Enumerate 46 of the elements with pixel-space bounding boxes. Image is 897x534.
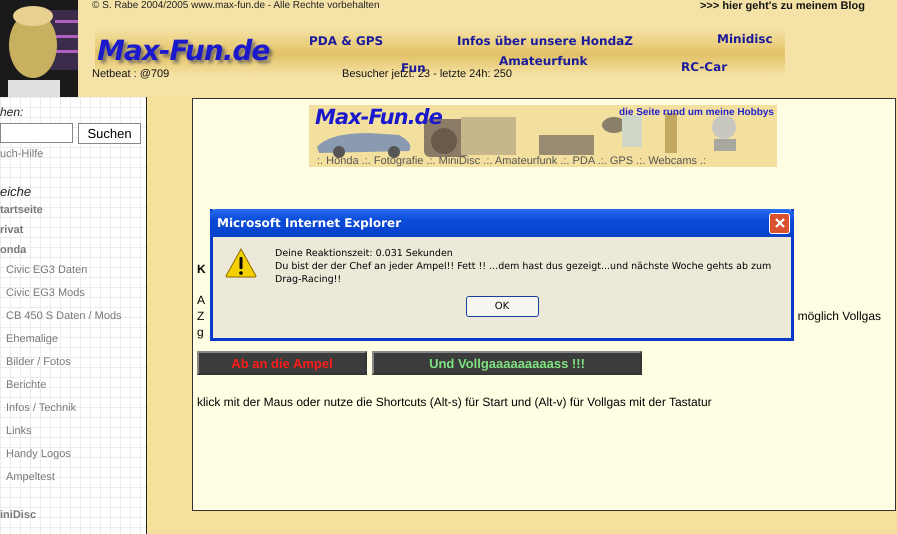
text-fragment: Z [197,309,204,325]
hint-text: klick mit der Maus oder nutze die Shortcuts (Alt-s) für Start und (Alt-v) für Vollgas mit der Tastatur [197,395,713,409]
dialog-message: Du bist der der Chef an jeder Ampel!! Fett !! ...dem hast dus gezeigt...und nächste Woche gehts ab zum Drag-Racing!! [275,260,772,286]
text-fragment: A [197,293,206,309]
banner-logo[interactable]: Max-Fun.de [315,105,442,129]
close-icon [774,217,786,229]
close-button[interactable] [769,212,790,234]
menu-item[interactable]: Links [0,420,146,443]
site-logo[interactable]: Max-Fun.de [97,34,270,67]
warning-icon [225,248,257,278]
counter-text: Netbeat : @709 [92,68,170,80]
text-fragment: möglich Vollgas [798,309,881,325]
menu-item[interactable]: tartseite [0,204,146,219]
blog-link[interactable]: >>> hier geht's zu meinem Blog [700,0,865,12]
action-button[interactable]: Und Vollgaaaaaaaaass !!! [372,351,642,375]
nav-link[interactable]: RC-Car [681,60,728,74]
menu-item[interactable]: rivat [0,224,146,239]
hobby-menu[interactable]: :. Honda .:. Fotografie .:. MiniDisc .:. Amateurfunk .:. PDA .:. GPS .:. Webcams .: [309,155,777,167]
action-button[interactable]: Ab an die Ampel [197,351,367,375]
search-label: hen: [0,105,24,119]
nav-link[interactable]: PDA & GPS [309,34,384,48]
nav-link[interactable]: Amateurfunk [499,54,588,68]
menu-item[interactable]: onda [0,244,146,259]
ok-button[interactable]: OK [466,296,538,317]
dialog-title: Microsoft Internet Explorer [217,216,402,230]
search-field[interactable] [0,123,73,143]
menu-item[interactable]: Civic EG3 Mods [0,282,146,305]
menu-item[interactable]: Ehemalige [0,328,146,351]
menu-item[interactable]: Infos / Technik [0,397,146,420]
section-heading: K [197,262,206,276]
menu-item[interactable]: Bilder / Fotos [0,351,146,374]
copyright-text: © S. Rabe 2004/2005 www.max-fun.de - Alle Rechte vorbehalten [92,0,380,11]
menu-item[interactable]: CB 450 S Daten / Mods [0,305,146,328]
nav-link[interactable]: Infos über unsere HondaZ [457,34,633,48]
menu-item[interactable]: Berichte [0,374,146,397]
text-fragment: g [197,325,204,341]
menu-item[interactable]: Handy Logos [0,443,146,466]
search-help-link[interactable]: uch-Hilfe [0,148,146,160]
menu-item[interactable]: Ampeltest [0,466,146,489]
tagline: die Seite rund um meine Hobbys [618,107,774,118]
dialog-message: Deine Reaktionszeit: 0.031 Sekunden [275,247,454,260]
menu-item[interactable]: iniDisc [0,509,146,521]
search-button[interactable]: Suchen [78,123,141,144]
menu-item[interactable]: Civic EG3 Daten [0,259,146,282]
section-heading: eiche [0,184,32,199]
nav-link[interactable]: Minidisc [717,32,773,46]
